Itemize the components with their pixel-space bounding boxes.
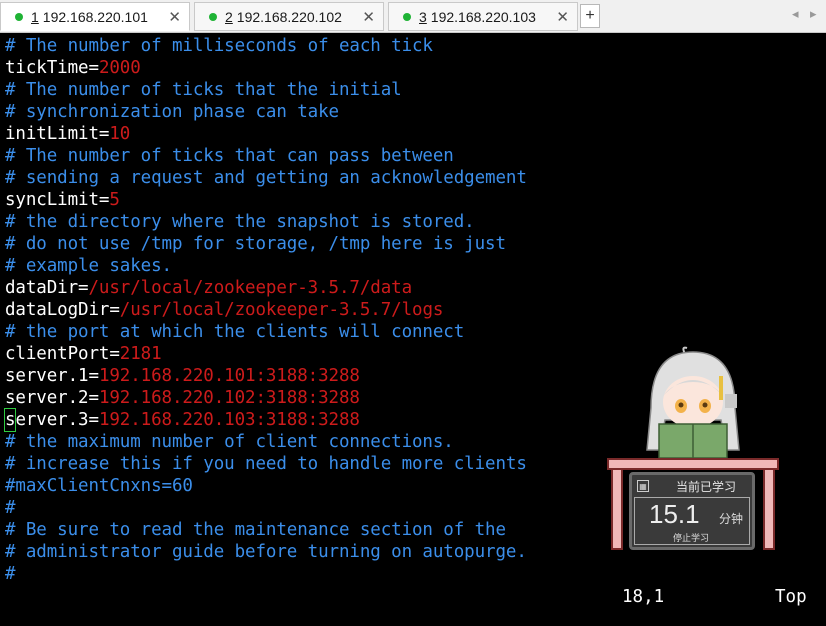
desk-leg-left: [611, 468, 623, 550]
tab-label: 192.168.220.101: [42, 8, 148, 25]
study-timer-widget[interactable]: ▦ 当前已学习 15.1 分钟 停止学习: [605, 346, 781, 552]
cursor-position: 18,1: [622, 587, 665, 607]
comment-text: # The number of milliseconds of each tic…: [5, 36, 433, 56]
connected-status-icon: [403, 12, 411, 21]
scroll-position: Top: [775, 587, 807, 607]
comment-line: # do not use /tmp for storage, /tmp here…: [5, 233, 826, 255]
config-value: /usr/local/zookeeper-3.5.7/data: [88, 278, 413, 298]
text-cursor: s: [3, 408, 17, 432]
close-tab-icon[interactable]: ✕: [168, 8, 181, 26]
config-value: 192.168.220.101:3188:3288: [98, 366, 360, 386]
comment-text: # increase this if you need to handle mo…: [5, 454, 527, 474]
new-tab-button[interactable]: +: [580, 4, 600, 28]
close-tab-icon[interactable]: ✕: [556, 8, 569, 26]
config-key: syncLimit=: [5, 190, 110, 210]
config-line: syncLimit=5: [5, 189, 826, 211]
scroll-tabs-left-icon[interactable]: ◂: [792, 6, 799, 22]
desk-leg-right: [763, 468, 775, 550]
tab-number: 2: [225, 8, 233, 25]
study-minutes-value: 15.1: [649, 499, 700, 529]
tab-label: 192.168.220.102: [236, 8, 342, 25]
config-value: 2000: [98, 58, 141, 78]
config-key: dataLogDir=: [5, 300, 120, 320]
comment-line: # example sakes.: [5, 255, 826, 277]
config-key: server.1=: [5, 366, 99, 386]
comment-text: # Be sure to read the maintenance sectio…: [5, 520, 506, 540]
config-line: dataDir=/usr/local/zookeeper-3.5.7/data: [5, 277, 826, 299]
config-line: tickTime=2000: [5, 57, 826, 79]
comment-text: # the directory where the snapshot is st…: [5, 212, 475, 232]
connected-status-icon: [209, 12, 217, 21]
comment-text: # the maximum number of client connectio…: [5, 432, 454, 452]
study-timer-title: 当前已学习: [676, 480, 737, 494]
config-key: initLimit=: [5, 124, 110, 144]
stop-study-button[interactable]: 停止学习: [673, 531, 709, 544]
comment-line: # synchronization phase can take: [5, 101, 826, 123]
config-key: server.2=: [5, 388, 99, 408]
comment-line: # the port at which the clients will con…: [5, 321, 826, 343]
comment-text: # administrator guide before turning on …: [5, 542, 527, 562]
study-timer-panel: ▦ 当前已学习 15.1 分钟 停止学习: [629, 472, 755, 550]
reading-girl-mascot-icon: [646, 346, 740, 458]
config-value: 5: [109, 190, 120, 210]
config-key: dataDir=: [5, 278, 89, 298]
comment-line: # sending a request and getting an ackno…: [5, 167, 826, 189]
config-line: initLimit=10: [5, 123, 826, 145]
comment-text: # synchronization phase can take: [5, 102, 339, 122]
study-minutes-unit: 分钟: [719, 512, 744, 526]
comment-text: # do not use /tmp for storage, /tmp here…: [5, 234, 506, 254]
comment-text: # example sakes.: [5, 256, 172, 276]
config-value: 192.168.220.102:3188:3288: [98, 388, 360, 408]
config-key: erver.3=: [15, 410, 99, 430]
comment-line: # The number of milliseconds of each tic…: [5, 35, 826, 57]
scroll-tabs-right-icon[interactable]: ▸: [810, 6, 817, 22]
connected-status-icon: [15, 12, 23, 21]
tab-bar: 1 192.168.220.101 ✕ 2 192.168.220.102 ✕ …: [0, 0, 826, 33]
config-value: 10: [109, 124, 131, 144]
tab-number: 3: [419, 8, 427, 25]
comment-text: #: [5, 564, 16, 584]
comment-text: # The number of ticks that the initial: [5, 80, 402, 100]
tab-number: 1: [31, 8, 39, 25]
tab-session-3[interactable]: 3 192.168.220.103 ✕: [388, 2, 578, 31]
comment-line: # The number of ticks that the initial: [5, 79, 826, 101]
desk-top: [607, 458, 779, 470]
config-value: 192.168.220.103:3188:3288: [98, 410, 360, 430]
config-value: 2181: [119, 344, 162, 364]
tab-label: 192.168.220.103: [430, 8, 536, 25]
tab-session-2[interactable]: 2 192.168.220.102 ✕: [194, 2, 384, 31]
comment-text: # sending a request and getting an ackno…: [5, 168, 527, 188]
tab-session-1[interactable]: 1 192.168.220.101 ✕: [0, 2, 190, 31]
config-key: clientPort=: [5, 344, 120, 364]
comment-line: # the directory where the snapshot is st…: [5, 211, 826, 233]
study-timer-display: 15.1 分钟 停止学习: [634, 497, 750, 545]
calculator-icon[interactable]: ▦: [637, 480, 649, 492]
config-key: tickTime=: [5, 58, 99, 78]
comment-line: # The number of ticks that can pass betw…: [5, 145, 826, 167]
comment-text: # the port at which the clients will con…: [5, 322, 465, 342]
comment-text: # The number of ticks that can pass betw…: [5, 146, 454, 166]
comment-text: #maxClientCnxns=60: [5, 476, 193, 496]
config-value: /usr/local/zookeeper-3.5.7/logs: [119, 300, 444, 320]
comment-text: #: [5, 498, 16, 518]
comment-line: #: [5, 563, 826, 585]
config-line: dataLogDir=/usr/local/zookeeper-3.5.7/lo…: [5, 299, 826, 321]
close-tab-icon[interactable]: ✕: [362, 8, 375, 26]
